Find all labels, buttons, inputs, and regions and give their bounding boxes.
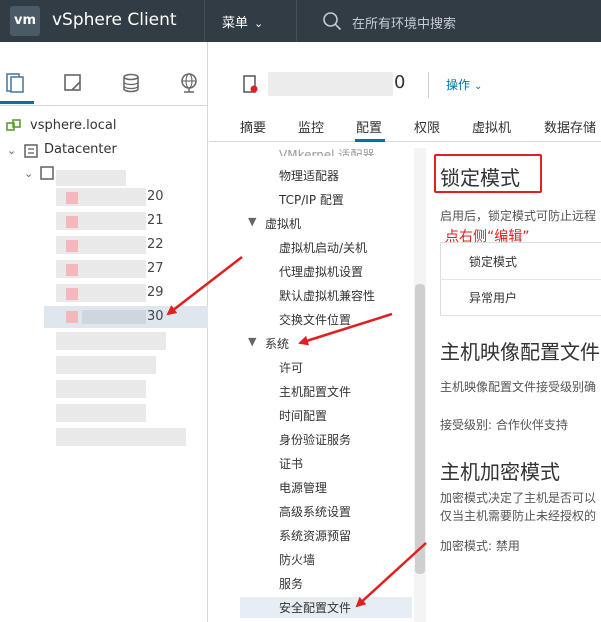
tab-permissions[interactable]: 权限 [414,117,440,136]
redacted-item [56,332,166,350]
header-separator [428,72,429,98]
host-alert-icon [66,264,78,276]
nav-item-licensing[interactable]: 许可 [279,359,303,376]
nav-item-auth-services[interactable]: 身份验证服务 [279,431,351,448]
top-header: vm vSphere Client 菜单 ⌄ 在所有环境中搜索 [0,0,601,42]
lockdown-title: 锁定模式 [440,166,520,190]
menu-label: 菜单 [222,16,249,31]
nav-item-agent-vm[interactable]: 代理虚拟机设置 [279,263,363,280]
host-suffix[interactable]: 21 [147,213,164,228]
tab-summary[interactable]: 摘要 [240,117,266,136]
active-tab-indicator [355,139,385,142]
collapse-vm-icon[interactable]: ▼ [248,215,256,228]
chevron-down-icon: ⌄ [474,81,483,92]
encryption-mode: 加密模式: 禁用 [440,539,520,553]
nav-item-vmkernel[interactable]: VMkernel 适配器 [279,146,374,156]
encryption-description-1: 加密模式决定了主机是否可以 [440,491,597,505]
acceptance-level: 接受级别: 合作伙伴支持 [440,418,568,432]
tree-item-vsphere-local[interactable]: vsphere.local [30,118,116,133]
nav-item-time-config[interactable]: 时间配置 [279,407,327,424]
networking-icon[interactable] [178,72,200,94]
chevron-down-icon: ⌄ [254,17,264,30]
image-profile-title: 主机映像配置文件 [440,340,600,364]
nav-item-tcpip[interactable]: TCP/IP 配置 [279,191,344,208]
redacted-cluster-name [56,170,126,186]
host-name-suffix: 0 [394,72,406,93]
prop-lockdown-mode: 锁定模式 [469,255,518,269]
vmware-logo[interactable]: vm [10,6,40,36]
encryption-title: 主机加密模式 [440,460,560,484]
cluster-icon [40,166,54,180]
nav-item-firewall[interactable]: 防火墙 [279,551,315,568]
nav-item-certificate[interactable]: 证书 [279,455,303,472]
nav-item-swapfile[interactable]: 交换文件位置 [279,311,351,328]
header-divider-2 [296,0,297,42]
active-tab-indicator [0,101,34,104]
actions-label: 操作 [446,78,471,92]
hosts-clusters-icon[interactable] [4,72,26,94]
host-alert-icon [66,216,78,228]
nav-item-default-compat[interactable]: 默认虚拟机兼容性 [279,287,375,304]
search-input[interactable]: 在所有环境中搜索 [352,13,456,32]
nav-item-security-profile[interactable]: 安全配置文件 [279,599,351,616]
nav-item-power-mgmt[interactable]: 电源管理 [279,479,327,496]
inventory-tabs [0,42,208,106]
redacted-item [56,404,146,422]
redacted-item [56,428,186,446]
object-tabs [209,112,601,142]
host-alert-icon [66,311,78,323]
host-icon [243,75,258,93]
redacted-item [56,380,146,398]
tab-monitor[interactable]: 监控 [298,117,324,136]
tree-item-datacenter[interactable]: Datacenter [44,142,117,157]
nav-item-resource-reservation[interactable]: 系统资源预留 [279,527,351,544]
redacted-item [56,356,156,374]
host-suffix[interactable]: 20 [147,189,164,204]
host-suffix[interactable]: 30 [147,309,164,324]
redacted-host-name [268,72,393,96]
search-icon[interactable] [322,11,342,31]
vcenter-icon [6,119,21,131]
nav-item-vm-startup[interactable]: 虚拟机启动/关机 [279,239,367,256]
nav-item-physical-adapters[interactable]: 物理适配器 [279,167,339,184]
menu-button[interactable]: 菜单 ⌄ [222,12,263,31]
prop-exception-users: 异常用户 [469,291,518,305]
tree-expand-icon-2[interactable]: ⌄ [24,167,33,180]
host-suffix[interactable]: 22 [147,237,164,252]
app-title: vSphere Client [52,10,177,30]
tab-vms[interactable]: 虚拟机 [472,117,511,136]
property-divider [440,279,601,280]
collapse-system-icon[interactable]: ▼ [248,335,256,348]
nav-item-advanced-settings[interactable]: 高级系统设置 [279,503,351,520]
host-suffix[interactable]: 27 [147,261,164,276]
nav-scrollbar-thumb[interactable] [415,284,425,574]
storage-icon[interactable] [120,72,142,94]
vms-templates-icon[interactable] [62,72,84,94]
nav-item-host-profile[interactable]: 主机配置文件 [279,383,351,400]
encryption-description-2: 仅当主机需要防止未经授权的 [440,509,597,523]
nav-group-system[interactable]: 系统 [265,335,289,352]
nav-group-vm[interactable]: 虚拟机 [265,215,301,232]
nav-item-services[interactable]: 服务 [279,575,303,592]
host-alert-icon [66,192,78,204]
host-alert-icon [66,240,78,252]
actions-menu-button[interactable]: 操作 ⌄ [446,76,482,93]
redacted-host [82,310,146,324]
host-suffix[interactable]: 29 [147,285,164,300]
tree-expand-icon[interactable]: ⌄ [7,144,16,157]
datacenter-icon [24,144,38,158]
lockdown-description: 启用后，锁定模式可防止远程 [440,209,597,223]
tab-datastores[interactable]: 数据存储 [544,117,596,136]
header-divider [204,0,205,42]
tab-configure[interactable]: 配置 [356,117,382,136]
host-alert-icon [66,288,78,300]
image-profile-description: 主机映像配置文件接受级别确 [440,380,597,394]
